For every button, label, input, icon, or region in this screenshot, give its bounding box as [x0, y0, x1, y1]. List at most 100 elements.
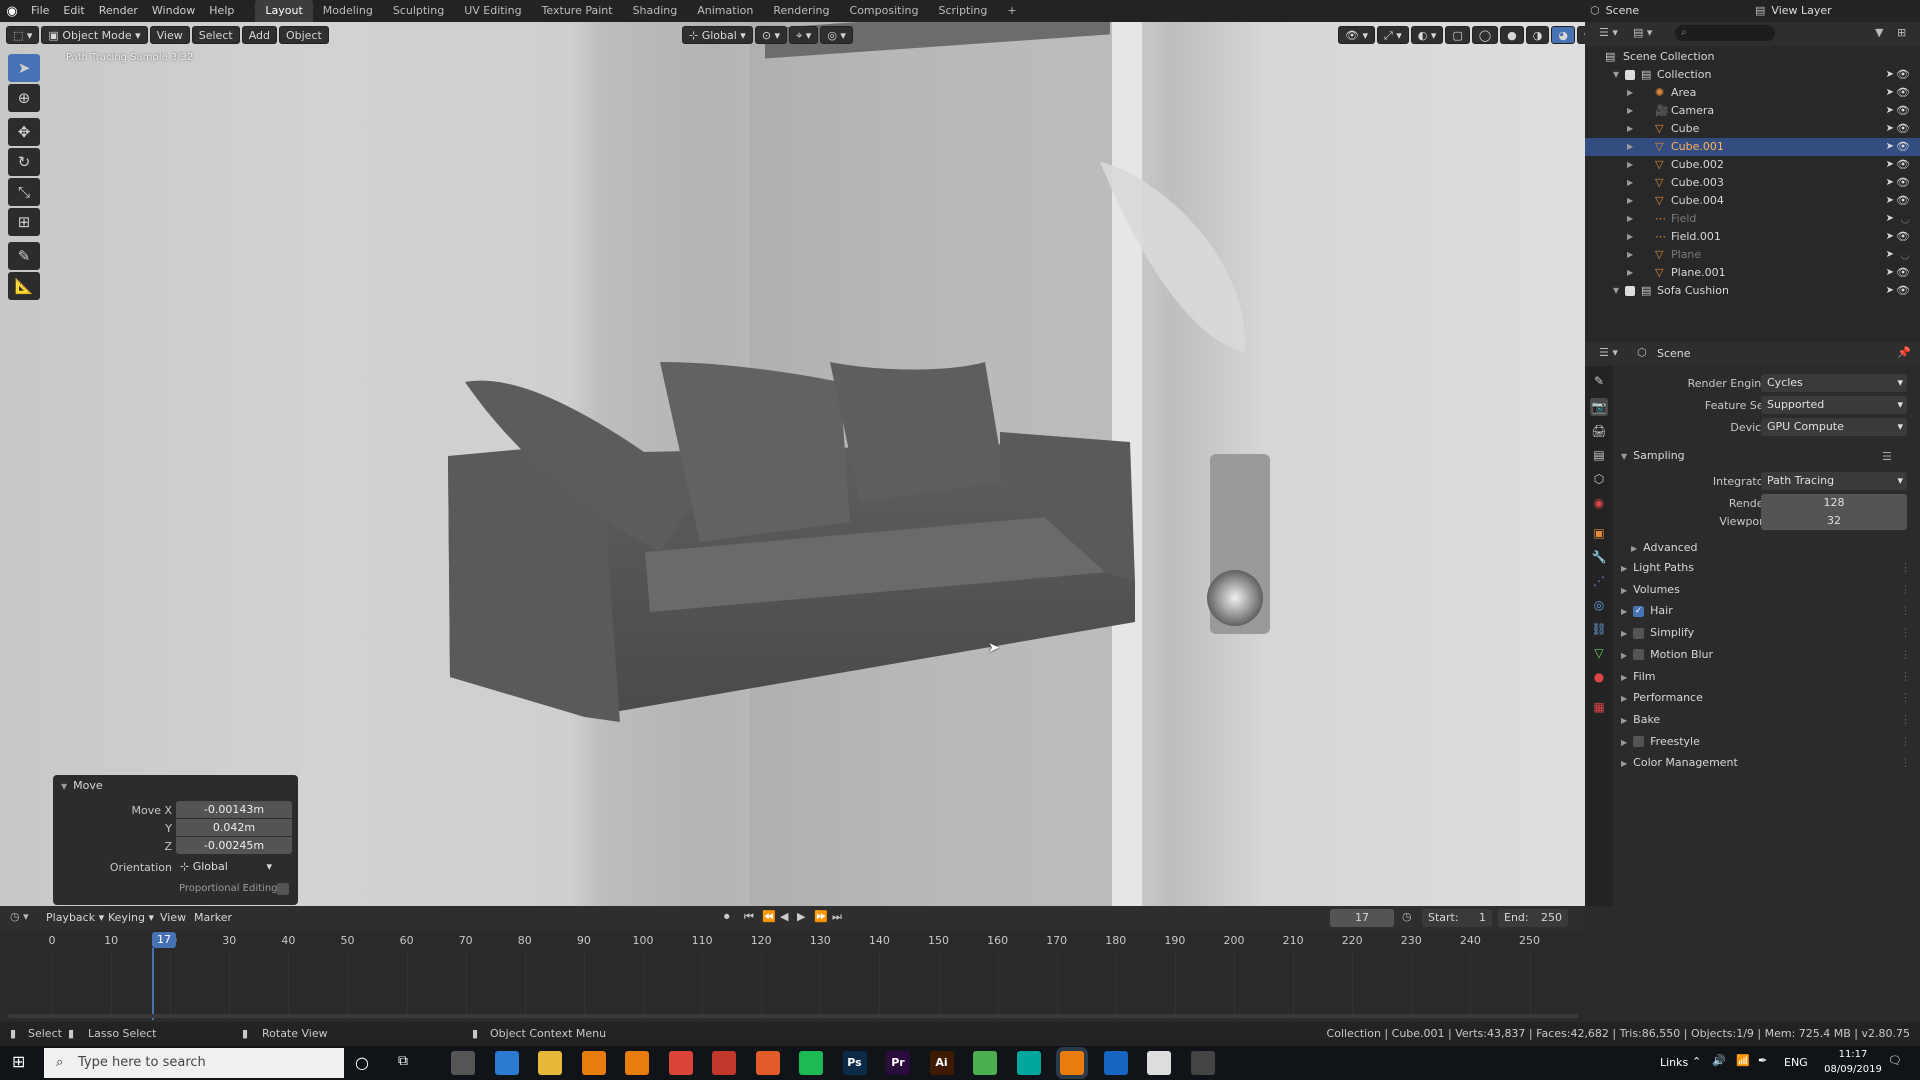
expand-arrow-icon[interactable]: ▼ [1613, 282, 1619, 300]
jump-prev-keyframe-icon[interactable]: ⏪ [762, 910, 776, 923]
eye-visibility-icon[interactable]: 👁 [1896, 156, 1910, 174]
play-reverse-icon[interactable]: ◀ [780, 910, 788, 923]
eye-visibility-icon[interactable]: 👁 [1896, 192, 1910, 210]
annotate-tool[interactable]: ✎ [8, 242, 40, 270]
outliner-item[interactable]: ▶ ✺ Area ➤ 👁 [1585, 84, 1920, 102]
taskbar-app-explorer-icon[interactable] [538, 1051, 562, 1075]
physics-tab-icon[interactable]: ◎ [1590, 596, 1608, 614]
exclude-checkbox[interactable] [1625, 70, 1635, 80]
eye-visibility-icon[interactable]: 👁 [1896, 120, 1910, 138]
eye-visibility-icon[interactable]: 👁 [1896, 228, 1910, 246]
panel-enable-checkbox[interactable]: ✓ [1633, 605, 1645, 617]
expand-arrow-icon[interactable]: ▶ [1627, 192, 1633, 210]
properties-panel-header[interactable]: ▶ Bake ⋮ [1621, 710, 1911, 730]
timeline-menu-marker[interactable]: Marker [194, 911, 232, 924]
selectable-arrow-icon[interactable]: ➤ [1886, 210, 1894, 228]
taskbar-app-edge-icon[interactable] [494, 1051, 519, 1075]
eye-visibility-icon[interactable]: 👁 [1896, 102, 1910, 120]
eye-visibility-icon[interactable]: 👁 [1896, 264, 1910, 282]
sampling-panel-header[interactable]: ▼ Sampling [1621, 446, 1911, 466]
render-engine-dropdown[interactable]: Cycles ▾ [1761, 374, 1907, 392]
selectable-arrow-icon[interactable]: ➤ [1886, 84, 1894, 102]
wireframe-shading-button[interactable]: ◯ [1471, 26, 1499, 44]
outliner-item[interactable]: ▼ ▤ Sofa Cushion ➤ 👁 [1585, 282, 1920, 300]
blender-logo-icon[interactable]: ◉ [0, 4, 24, 19]
object-data-tab-icon[interactable]: ▽ [1590, 644, 1608, 662]
taskbar-app-photos-icon[interactable] [1147, 1051, 1171, 1075]
notifications-icon[interactable]: 🗨 [1888, 1054, 1902, 1067]
show-hidden-icons-icon[interactable]: ⌃ [1692, 1055, 1701, 1068]
timeline-scrollbar[interactable] [8, 1014, 1578, 1018]
expand-arrow-icon[interactable]: ▶ [1627, 264, 1633, 282]
properties-panel-header[interactable]: ▶ Motion Blur ⋮ [1621, 645, 1911, 665]
workspace-tab-texture-paint[interactable]: Texture Paint [532, 0, 623, 22]
orientation-dropdown[interactable]: ⊹ Global ▾ [176, 858, 272, 876]
scene-selector[interactable]: ⬡ Scene [1590, 0, 1740, 22]
taskbar-app-Ai-icon[interactable]: Ai [929, 1051, 954, 1075]
drag-handle-icon[interactable]: ⋮ [1900, 601, 1911, 621]
workspace-tab-scripting[interactable]: Scripting [928, 0, 997, 22]
properties-panel-header[interactable]: ▶ Volumes ⋮ [1621, 580, 1911, 600]
menu-window[interactable]: Window [145, 0, 202, 22]
outliner-scene-collection[interactable]: ▤ Scene Collection [1585, 48, 1920, 66]
transform-orientation-dropdown[interactable]: ⊹ Global ▾ [682, 26, 753, 44]
drag-handle-icon[interactable]: ⋮ [1900, 645, 1911, 665]
properties-editor-type-button[interactable]: ☰ ▾ [1599, 346, 1618, 359]
selectable-arrow-icon[interactable]: ➤ [1886, 138, 1894, 156]
jump-start-icon[interactable]: ⏮ [744, 910, 754, 924]
expand-arrow-icon[interactable]: ▶ [1627, 138, 1633, 156]
expand-arrow-icon[interactable]: ▶ [1627, 174, 1633, 192]
xray-toggle[interactable]: ▢ [1445, 26, 1470, 44]
filter-icon[interactable]: ▼ [1875, 26, 1883, 39]
menu-render[interactable]: Render [92, 0, 145, 22]
selectable-arrow-icon[interactable]: ➤ [1886, 192, 1894, 210]
render-tab-icon[interactable]: 📷 [1590, 398, 1608, 416]
properties-panel-header[interactable]: ▶ Film ⋮ [1621, 667, 1911, 687]
taskbar-app-app-blue-icon[interactable] [1103, 1051, 1128, 1075]
clock-date[interactable]: 08/09/2019 [1818, 1064, 1888, 1075]
selectable-arrow-icon[interactable]: ➤ [1886, 228, 1894, 246]
jump-next-keyframe-icon[interactable]: ⏩ [814, 910, 828, 923]
playhead-line[interactable] [152, 948, 154, 1020]
outliner-editor-type-button[interactable]: ☰ ▾ [1599, 26, 1618, 39]
expand-arrow-icon[interactable]: ▶ [1627, 246, 1633, 264]
drag-handle-icon[interactable]: ⋮ [1900, 580, 1911, 600]
eye-visibility-icon[interactable]: 👁 [1896, 282, 1910, 300]
select-tool[interactable]: ➤ [8, 54, 40, 82]
preview-range-icon[interactable]: ◷ [1402, 910, 1412, 923]
tool-tab-icon[interactable]: ✎ [1590, 372, 1608, 390]
selectable-arrow-icon[interactable]: ➤ [1886, 264, 1894, 282]
snap-toggle[interactable]: ⌖ ▾ [789, 26, 819, 44]
move-y-field[interactable]: 0.042m [176, 819, 292, 836]
taskbar-app-chrome-icon[interactable] [668, 1051, 693, 1075]
workspace-tab-layout[interactable]: Layout [255, 0, 313, 22]
particles-tab-icon[interactable]: ⋰ [1590, 572, 1608, 590]
material-shading-button[interactable]: ◑ [1525, 26, 1550, 44]
modifier-tab-icon[interactable]: 🔧 [1590, 548, 1608, 566]
viewport-menu-select[interactable]: Select [191, 26, 240, 44]
taskbar-app-Pr-icon[interactable]: Pr [886, 1051, 910, 1075]
cortana-icon[interactable]: ○ [355, 1053, 369, 1072]
outliner-item[interactable]: ▶ 🎥 Camera ➤ 👁 [1585, 102, 1920, 120]
drag-handle-icon[interactable]: ⋮ [1900, 558, 1911, 578]
eye-visibility-icon[interactable]: 👁 [1896, 138, 1910, 156]
selectable-arrow-icon[interactable]: ➤ [1886, 174, 1894, 192]
timeline-menu-playback[interactable]: Playback ▾ [46, 911, 104, 924]
workspace-tab-shading[interactable]: Shading [623, 0, 688, 22]
task-view-icon[interactable]: ⧉ [398, 1053, 408, 1069]
pen-icon[interactable]: ✒ [1758, 1054, 1767, 1067]
workspace-tab-modeling[interactable]: Modeling [313, 0, 383, 22]
eye-visibility-icon[interactable]: ◡ [1900, 246, 1910, 264]
outliner-item[interactable]: ▶ ▽ Plane ➤ ◡ [1585, 246, 1920, 264]
mode-dropdown[interactable]: ▣ Object Mode ▾ [41, 26, 148, 44]
render-samples-field[interactable]: 128 [1761, 494, 1907, 512]
advanced-subpanel-header[interactable]: ▶ Advanced [1631, 538, 1920, 558]
network-icon[interactable]: 📶 [1736, 1054, 1750, 1067]
properties-panel-header[interactable]: ▶ Simplify ⋮ [1621, 623, 1911, 643]
properties-panel-header[interactable]: ▶ ✓ Hair ⋮ [1621, 601, 1911, 621]
taskbar-app-Ps-icon[interactable]: Ps [842, 1051, 867, 1075]
new-collection-icon[interactable]: ⊞ [1897, 26, 1906, 39]
move-z-field[interactable]: -0.00245m [176, 837, 292, 854]
expand-arrow-icon[interactable]: ▶ [1627, 228, 1633, 246]
rotate-tool[interactable]: ↻ [8, 148, 40, 176]
